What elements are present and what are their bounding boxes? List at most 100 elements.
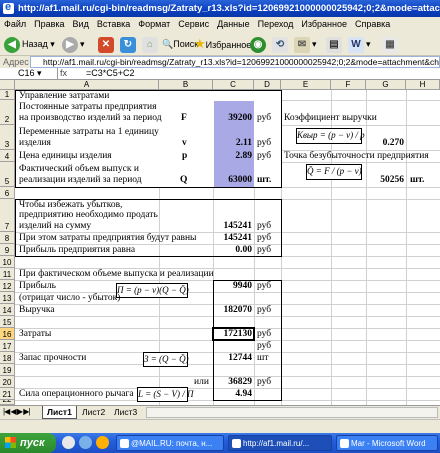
column-header-f[interactable]: F	[331, 80, 366, 90]
cell-c16[interactable]: 172130	[214, 329, 253, 339]
search-button[interactable]: 🔍Поиск	[162, 35, 198, 53]
tab-sheet3[interactable]: Лист3	[110, 406, 141, 419]
home-button[interactable]: ⌂	[142, 35, 160, 53]
cell-d8: руб	[257, 233, 272, 243]
tab-sheet2[interactable]: Лист2	[78, 406, 109, 419]
cell-d2: руб	[257, 113, 272, 123]
edit-button[interactable]: W ▾	[348, 35, 371, 53]
column-header-h[interactable]: H	[406, 80, 440, 90]
history-button[interactable]: ⟲	[272, 35, 290, 53]
quicklaunch-desktop-icon[interactable]	[79, 436, 92, 449]
row-header-10[interactable]: 10	[0, 256, 15, 268]
menu-go[interactable]: Переход	[254, 19, 298, 29]
taskbar-item-mailru[interactable]: @MAIL.RU: почта, н...	[116, 435, 224, 451]
name-box[interactable]: C16 ▾	[0, 68, 58, 80]
favorites-button[interactable]: ★Избранное	[194, 35, 251, 53]
column-header-e[interactable]: E	[281, 80, 331, 90]
forward-arrow-icon: ▶	[62, 36, 78, 53]
start-button[interactable]: пуск	[0, 433, 56, 453]
print-button[interactable]: ▤	[326, 35, 344, 53]
row-header-15[interactable]: 15	[0, 316, 15, 328]
tab-scroll-arrows-icon[interactable]: |◀ ◀ ▶ ▶|	[3, 407, 30, 416]
row-header-16[interactable]: 16	[0, 328, 15, 340]
cell-c21: 4.94	[235, 389, 252, 399]
cell-c8: 145241	[223, 233, 253, 243]
window-title: http://af1.mail.ru/cgi-bin/readmsg/Zatra…	[18, 3, 440, 14]
column-header-a[interactable]: A	[15, 80, 159, 90]
menu-insert[interactable]: Вставка	[93, 19, 134, 29]
row-header-7[interactable]: 7	[0, 199, 15, 232]
taskbar: пуск @MAIL.RU: почта, н... http://af1.ma…	[0, 433, 440, 453]
cell-c3[interactable]: 2.11	[214, 138, 252, 148]
refresh-icon: ↻	[120, 36, 136, 53]
row-header-14[interactable]: 14	[0, 304, 15, 316]
formula-input[interactable]: =C3*C5+C2	[86, 68, 135, 79]
stop-button[interactable]: ✕	[98, 35, 116, 53]
cell-a16: Затраты	[19, 329, 52, 339]
menu-format[interactable]: Формат	[134, 19, 174, 29]
row-header-1[interactable]: 1	[0, 90, 15, 100]
address-url: http://af1.mail.ru/cgi-bin/readmsg/Zatra…	[43, 57, 440, 67]
address-field[interactable]: http://af1.mail.ru/cgi-bin/readmsg/Zatra…	[30, 56, 440, 68]
row-header-17[interactable]: 17	[0, 340, 15, 352]
cell-a13: (отрицат число - убыток)	[19, 293, 121, 303]
cell-a5-line2: реализации изделий за период	[19, 175, 142, 185]
menu-help[interactable]: Справка	[351, 19, 394, 29]
horizontal-scrollbar[interactable]	[146, 407, 438, 418]
menu-favorites[interactable]: Избранное	[297, 19, 351, 29]
formula-kvyr: Kвыр = (p − v) / p	[296, 128, 365, 144]
mail-button[interactable]: ✉ ▾	[294, 35, 317, 53]
row-header-9[interactable]: 9	[0, 244, 15, 256]
back-arrow-icon: ◀	[4, 36, 20, 53]
forward-button[interactable]: ▶ ▾	[62, 35, 85, 53]
row-header-6[interactable]: 6	[0, 187, 15, 199]
column-header-b[interactable]: B	[159, 80, 213, 90]
row-header-11[interactable]: 11	[0, 268, 15, 280]
cell-e4: Точка безубыточности предприятия	[284, 151, 429, 161]
menu-tools[interactable]: Сервис	[174, 19, 213, 29]
media-button[interactable]: ◉	[250, 35, 268, 53]
cell-c7: 145241	[223, 221, 253, 231]
column-header-g[interactable]: G	[366, 80, 406, 90]
row-header-21[interactable]: 21	[0, 388, 15, 400]
row-header-20[interactable]: 20	[0, 376, 15, 388]
taskbar-item-browser[interactable]: http://af1.mail.ru/...	[228, 435, 332, 451]
cell-c14: 182070	[223, 305, 253, 315]
menu-edit[interactable]: Правка	[30, 19, 68, 29]
row-header-2[interactable]: 2	[0, 100, 15, 125]
row-header-19[interactable]: 19	[0, 364, 15, 376]
address-bar: Адрес http://af1.mail.ru/cgi-bin/readmsg…	[0, 56, 440, 68]
cell-b20: или	[194, 377, 209, 387]
column-header-c[interactable]: C	[213, 80, 254, 90]
cell-e2: Коэффициент выручки	[284, 113, 377, 123]
quicklaunch-folder-icon[interactable]	[96, 436, 109, 449]
column-header-d[interactable]: D	[254, 80, 281, 90]
row-header-13[interactable]: 13	[0, 292, 15, 304]
stop-icon: ✕	[98, 36, 114, 53]
back-button[interactable]: ◀ Назад ▾	[4, 35, 55, 53]
cell-c2[interactable]: 39200	[214, 113, 252, 123]
menu-view[interactable]: Вид	[69, 19, 93, 29]
select-all-corner[interactable]	[0, 80, 15, 90]
cell-c4[interactable]: 2.89	[214, 151, 252, 161]
row-header-5[interactable]: 5	[0, 162, 15, 187]
window-title-bar: http://af1.mail.ru/cgi-bin/readmsg/Zatra…	[0, 0, 440, 17]
menu-data[interactable]: Данные	[213, 19, 254, 29]
sheet-tab-bar: |◀ ◀ ▶ ▶| Лист1 Лист2 Лист3	[0, 405, 440, 419]
cell-c5[interactable]: 63000	[214, 175, 252, 185]
discuss-button[interactable]: ▦	[382, 35, 400, 53]
refresh-button[interactable]: ↻	[120, 35, 138, 53]
spreadsheet-grid[interactable]: A B C D E F G H 1 2 3 4 5 6 7 8 9 10 11 …	[0, 80, 440, 405]
row-header-8[interactable]: 8	[0, 232, 15, 244]
row-header-12[interactable]: 12	[0, 280, 15, 292]
quicklaunch-ie-icon[interactable]	[62, 436, 75, 449]
taskbar-item-word[interactable]: Mar - Microsoft Word	[336, 435, 438, 451]
row-header-18[interactable]: 18	[0, 352, 15, 364]
tab-sheet1[interactable]: Лист1	[42, 406, 77, 419]
menu-file[interactable]: Файл	[0, 19, 30, 29]
row-header-4[interactable]: 4	[0, 150, 15, 162]
star-icon: ★	[194, 36, 206, 51]
row-header-3[interactable]: 3	[0, 125, 15, 150]
cell-d7: руб	[257, 221, 272, 231]
formula-leverage: L = (S − V) / П	[137, 387, 193, 402]
